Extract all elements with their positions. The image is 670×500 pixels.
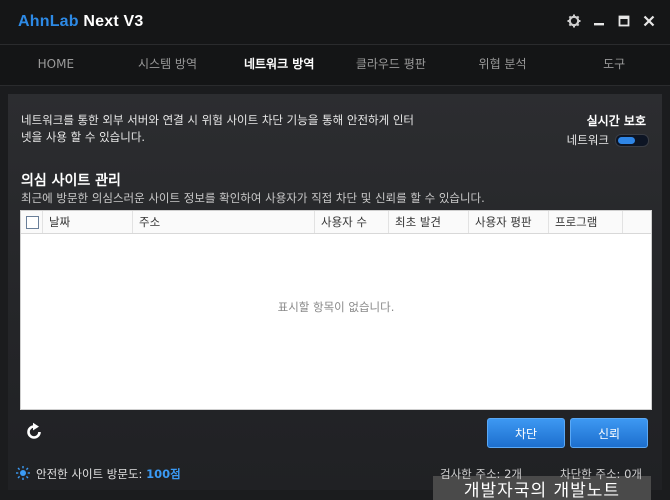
minimize-icon[interactable]	[592, 14, 606, 28]
header-checkbox-cell	[21, 211, 43, 233]
safe-visit-label: 안전한 사이트 방문도:	[36, 467, 147, 481]
nav-cloud-reputation[interactable]: 클라우드 평판	[335, 45, 447, 85]
main-nav: HOME 시스템 방역 네트워크 방역 클라우드 평판 위협 분석 도구	[0, 44, 670, 86]
network-description: 네트워크를 통한 외부 서버와 연결 시 위험 사이트 차단 기능을 통해 안전…	[21, 112, 481, 146]
gear-icon[interactable]	[567, 14, 581, 28]
realtime-network-toggle[interactable]	[615, 133, 649, 147]
trust-button[interactable]: 신뢰	[570, 418, 648, 448]
column-first-found[interactable]: 최초 발견	[389, 211, 469, 233]
select-all-checkbox[interactable]	[26, 215, 39, 229]
app-window: AhnLab Next V3 HOME 시스템 방역 네트워크 방역 클라우드 …	[0, 0, 670, 500]
content-panel: 네트워크를 통한 외부 서버와 연결 시 위험 사이트 차단 기능을 통해 안전…	[8, 94, 662, 500]
realtime-network-row: 네트워크	[567, 132, 649, 148]
table-header: 날짜 주소 사용자 수 최초 발견 사용자 평판 프로그램	[21, 211, 651, 234]
column-address[interactable]: 주소	[133, 211, 315, 233]
window-controls	[567, 14, 656, 28]
column-program[interactable]: 프로그램	[549, 211, 623, 233]
brand-name: AhnLab	[18, 13, 79, 30]
safe-visit-score: 100점	[146, 467, 181, 481]
safe-visit-rating: 안전한 사이트 방문도: 100점	[36, 466, 181, 482]
blocked-address-count: 차단한 주소: 0개	[560, 467, 642, 481]
description-line-2: 넷을 사용 할 수 있습니다.	[21, 130, 146, 144]
section-title: 의심 사이트 관리	[21, 173, 121, 189]
column-spacer	[623, 211, 651, 233]
section-description: 최근에 방문한 의심스러운 사이트 정보를 확인하여 사용자가 직접 차단 및 …	[21, 191, 485, 205]
realtime-network-label: 네트워크	[566, 133, 609, 147]
empty-message: 표시할 항목이 없습니다.	[277, 300, 395, 314]
close-icon[interactable]	[642, 14, 656, 28]
suspicious-sites-table: 날짜 주소 사용자 수 최초 발견 사용자 평판 프로그램 표시할 항목이 없습…	[20, 210, 652, 500]
product-name: Next V3	[78, 13, 144, 30]
status-bar: 안전한 사이트 방문도: 100점 검사한 주소: 2개 차단한 주소: 0개	[0, 456, 670, 490]
sun-icon	[16, 466, 30, 480]
block-button[interactable]: 차단	[487, 418, 565, 448]
nav-home[interactable]: HOME	[0, 45, 112, 85]
description-line-1: 네트워크를 통한 외부 서버와 연결 시 위험 사이트 차단 기능을 통해 안전…	[21, 113, 415, 127]
nav-threat-analysis[interactable]: 위협 분석	[447, 45, 559, 85]
realtime-protection-title: 실시간 보호	[586, 114, 646, 128]
column-user-reputation[interactable]: 사용자 평판	[469, 211, 549, 233]
inspected-address-count: 검사한 주소: 2개	[440, 467, 522, 481]
maximize-icon[interactable]	[617, 14, 631, 28]
title-bar: AhnLab Next V3	[0, 0, 670, 44]
nav-system-protection[interactable]: 시스템 방역	[112, 45, 224, 85]
refresh-icon[interactable]	[24, 422, 44, 442]
nav-network-protection[interactable]: 네트워크 방역	[223, 45, 335, 85]
column-user-count[interactable]: 사용자 수	[315, 211, 389, 233]
toggle-knob	[618, 136, 635, 144]
nav-tools[interactable]: 도구	[558, 45, 670, 85]
app-title: AhnLab Next V3	[18, 13, 144, 31]
column-date[interactable]: 날짜	[43, 211, 133, 233]
